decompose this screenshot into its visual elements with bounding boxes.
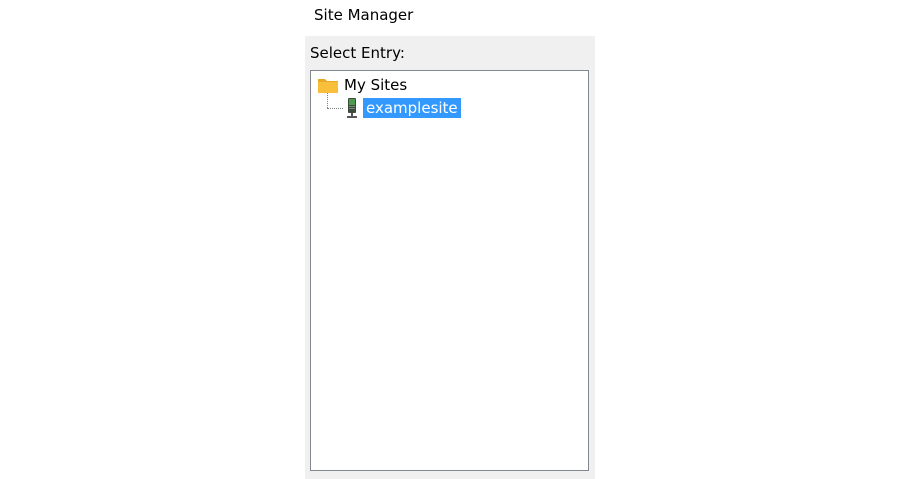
server-icon xyxy=(345,97,359,119)
folder-icon xyxy=(317,76,339,94)
tree-node-label: examplesite xyxy=(363,98,461,118)
site-manager-panel: Select Entry: My Sites examplesite xyxy=(305,36,595,479)
site-tree[interactable]: My Sites examplesite xyxy=(310,70,589,471)
select-entry-label: Select Entry: xyxy=(310,44,405,62)
window-title: Site Manager xyxy=(314,6,414,24)
tree-connector xyxy=(325,93,343,119)
tree-node-my-sites[interactable]: My Sites xyxy=(317,74,410,96)
tree-node-examplesite[interactable]: examplesite xyxy=(325,93,461,119)
tree-node-label: My Sites xyxy=(344,76,408,94)
